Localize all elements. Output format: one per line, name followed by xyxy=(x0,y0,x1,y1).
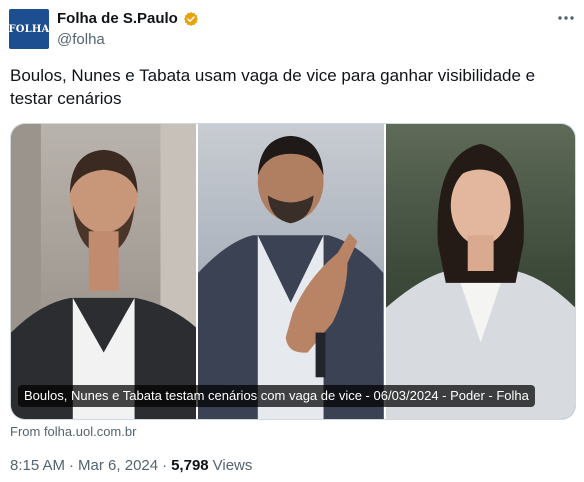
meta-separator: · xyxy=(69,457,75,474)
tweet-text: Boulos, Nunes e Tabata usam vaga de vice… xyxy=(10,66,536,108)
card-source[interactable]: From folha.uol.com.br xyxy=(10,424,136,439)
tweet: FOLHA Folha de S.Paulo @folha Boulos, Nu… xyxy=(0,0,584,482)
tweet-meta: 8:15 AM · Mar 6, 2024 · 5,798 Views xyxy=(10,457,252,474)
tweet-date[interactable]: Mar 6, 2024 xyxy=(78,457,158,474)
views-label: Views xyxy=(212,457,253,474)
display-name[interactable]: Folha de S.Paulo xyxy=(57,10,178,27)
photo-center xyxy=(198,124,384,419)
photo-left xyxy=(11,124,197,419)
photo-right xyxy=(385,124,575,419)
views-count: 5,798 xyxy=(171,457,209,474)
handle[interactable]: @folha xyxy=(57,31,105,48)
author-name-row: Folha de S.Paulo xyxy=(57,10,199,27)
avatar[interactable]: FOLHA xyxy=(9,9,49,49)
card-caption[interactable]: Boulos, Nunes e Tabata testam cenários c… xyxy=(18,385,535,407)
meta-separator-2: · xyxy=(162,457,168,474)
link-card[interactable] xyxy=(10,123,576,420)
verified-badge-icon[interactable] xyxy=(183,11,199,27)
tweet-time[interactable]: 8:15 AM xyxy=(10,457,65,474)
more-dots-icon xyxy=(558,16,574,20)
avatar-logo-text: FOLHA xyxy=(9,23,49,35)
more-options-icon[interactable] xyxy=(554,8,578,28)
